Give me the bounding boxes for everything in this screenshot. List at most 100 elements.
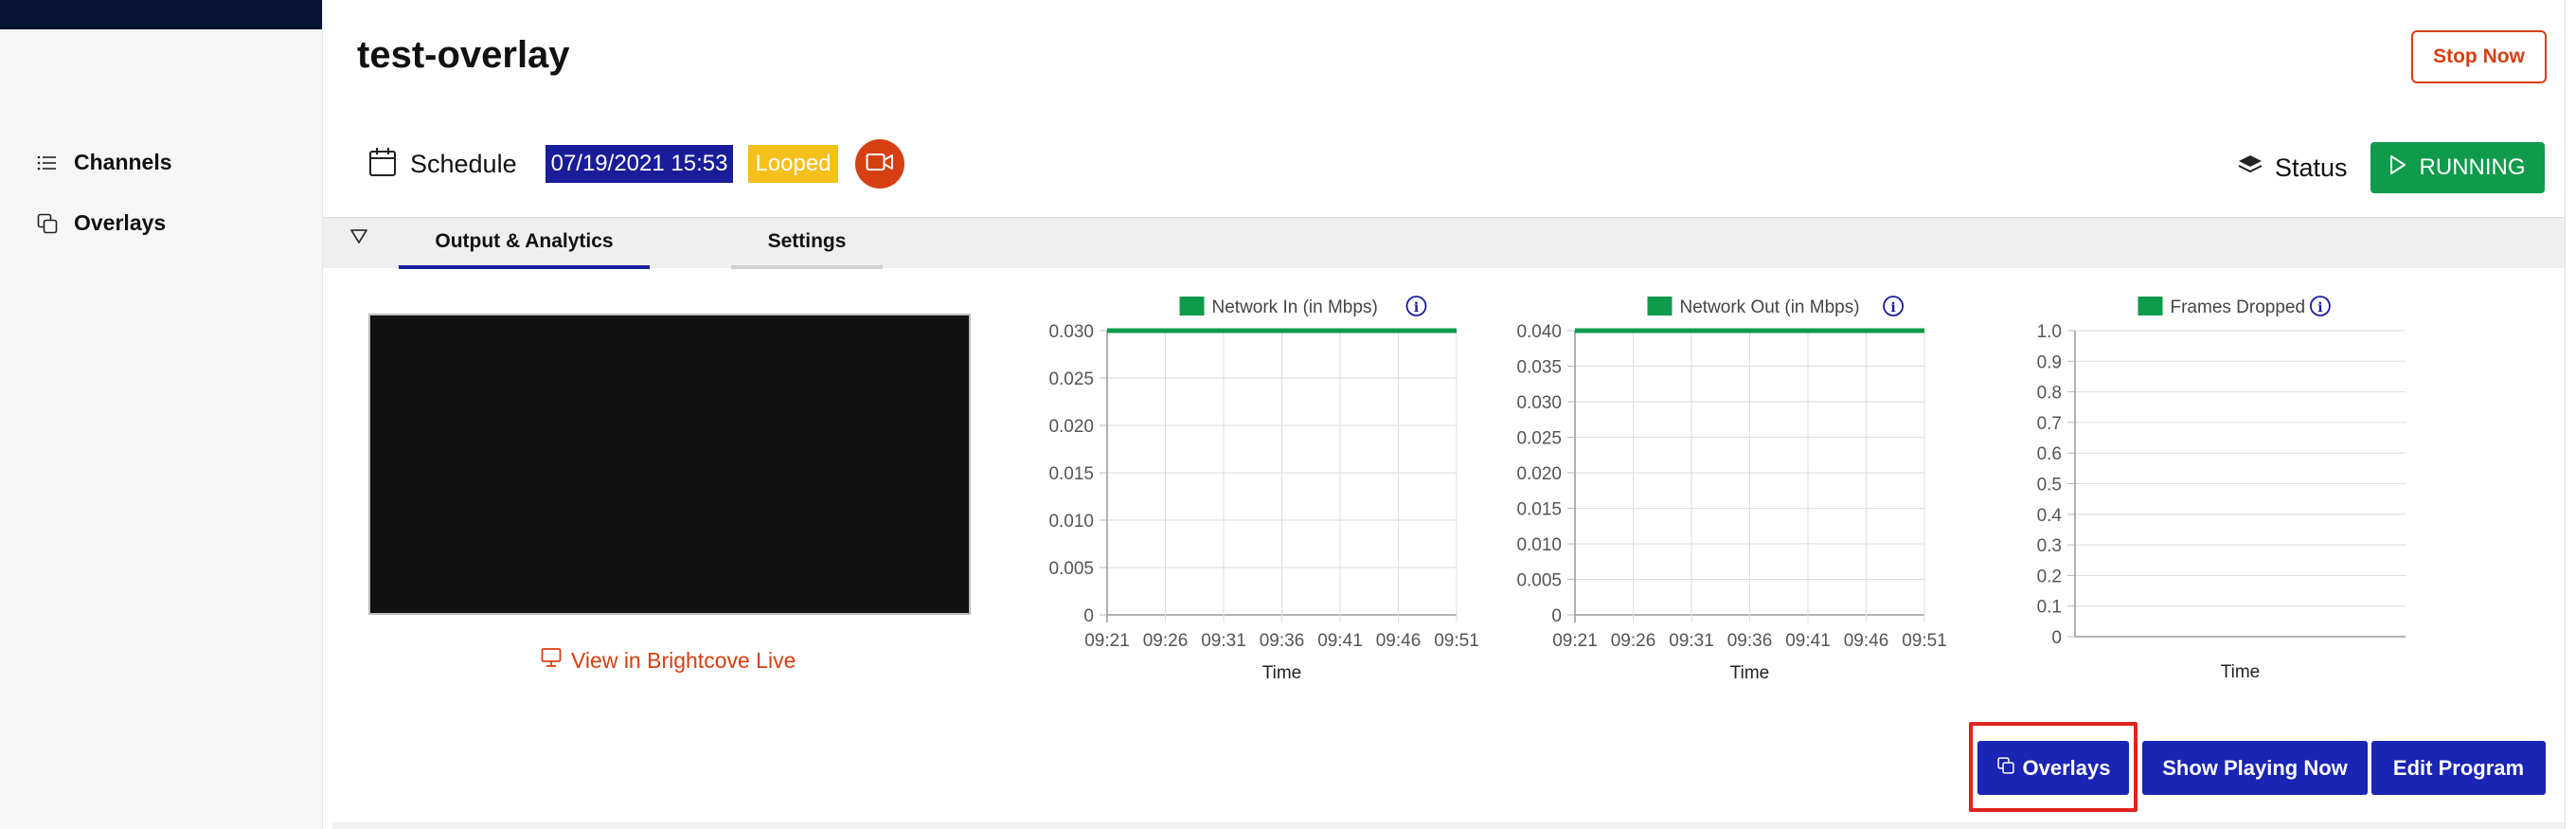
x-tick-label: 09:46 [1844,631,1889,651]
y-tick-label: 1.0 [2037,322,2062,342]
y-tick-label: 0.1 [2037,598,2062,618]
window-edge [2565,0,2576,829]
y-tick-label: 0.005 [1048,559,1094,579]
y-tick-label: 0 [2051,628,2062,648]
live-video-button[interactable] [854,139,904,189]
sidebar-item-channels[interactable]: Channels [36,150,172,175]
tab-output-analytics[interactable]: Output & Analytics [399,218,650,269]
y-tick-label: 0.5 [2037,476,2062,496]
chart-svg: Frames Dropped i 0 0.1 0.2 0.3 0.4 0.5 0.6 0.7 0.8… [2037,296,2406,682]
y-tick-label: 0.025 [1516,429,1562,449]
x-tick-label: 09:36 [1260,631,1305,651]
info-icon[interactable]: i [1883,296,1905,316]
video-preview [368,314,971,615]
sidebar: Channels Overlays [0,0,322,829]
schedule-label: Schedule [410,149,517,178]
chart-network-in: Network In (in Mbps) i 0 0.005 0.010 0.015 0.0… [995,284,1507,692]
y-tick-label: 0.8 [2037,384,2062,404]
schedule-row: Schedule 07/19/2021 15:53 Looped [368,139,904,189]
y-tick-label: 0.040 [1516,322,1562,342]
app-root: Channels Overlays test-overlay Stop Now [0,0,2576,829]
status-label: Status [2275,153,2348,182]
running-status-button[interactable]: RUNNING [2370,142,2545,193]
y-tick-label: 0.015 [1048,464,1094,484]
y-tick-label: 0.2 [2037,567,2062,586]
y-tick-label: 0.030 [1048,322,1094,342]
y-tick-label: 0.7 [2037,414,2062,434]
page-title: test-overlay [357,34,570,76]
looped-badge: Looped [748,145,838,183]
x-tick-label: 09:41 [1785,631,1831,651]
x-tick-label: 09:21 [1552,631,1598,651]
show-playing-now-button[interactable]: Show Playing Now [2142,741,2368,795]
legend-swatch [1179,297,1205,315]
running-label: RUNNING [2419,154,2526,180]
x-axis-label: Time [2221,662,2261,682]
video-camera-icon [866,152,894,177]
y-tick-label: 0.035 [1516,358,1562,378]
y-tick-label: 0.025 [1048,369,1094,389]
y-tick-label: 0.015 [1516,500,1562,520]
x-tick-label: 09:26 [1611,631,1656,651]
legend-label: Network In (in Mbps) [1212,297,1378,317]
legend-label: Frames Dropped [2171,297,2306,317]
sidebar-item-label: Channels [74,150,172,174]
view-in-brightcove-link[interactable]: View in Brightcove Live [541,647,796,674]
info-icon[interactable]: i [1405,296,1427,316]
overlays-button[interactable]: Overlays [1977,741,2129,795]
x-axis-label: Time [1262,663,1302,683]
calendar-icon [368,147,397,182]
y-tick-label: 0.005 [1516,571,1562,591]
copy-icon [36,212,59,235]
x-tick-label: 09:36 [1727,631,1773,651]
x-tick-label: 09:41 [1317,631,1363,651]
legend-label: Network Out (in Mbps) [1680,297,1860,317]
sidebar-item-overlays[interactable]: Overlays [36,210,166,236]
copy-icon [1996,756,2015,781]
x-tick-label: 09:46 [1376,631,1422,651]
triangle-down-icon[interactable] [349,227,368,249]
y-tick-label: 0.4 [2037,506,2063,526]
list-icon [36,152,59,174]
monitor-icon [541,647,562,674]
info-icon[interactable]: i [2309,296,2331,316]
play-icon [2389,154,2406,182]
x-tick-label: 09:21 [1084,631,1130,651]
svg-text:i: i [1890,300,1895,315]
y-tick-label: 0 [1083,606,1094,626]
chart-frames-dropped: Frames Dropped i 0 0.1 0.2 0.3 0.4 0.5 0.6 0.7 0.8… [1933,284,2444,692]
layers-icon [2237,153,2263,184]
y-tick-label: 0.3 [2037,536,2062,556]
chart-svg: Network In (in Mbps) i 0 0.005 0.010 0.015 0.0… [1048,296,1479,683]
tab-bar: Output & Analytics Settings [323,217,2566,269]
view-link-label: View in Brightcove Live [571,647,796,673]
x-axis-label: Time [1730,663,1770,683]
y-tick-label: 0.010 [1048,512,1094,532]
chart-svg: Network Out (in Mbps) i 0 0.005 0.010 0.015 0.… [1516,296,1947,683]
y-tick-label: 0.020 [1048,417,1094,437]
y-tick-label: 0.010 [1516,535,1562,555]
svg-text:i: i [2317,300,2322,315]
tab-settings[interactable]: Settings [731,218,883,269]
stop-now-button[interactable]: Stop Now [2411,30,2547,83]
sidebar-top-bar [0,0,322,29]
legend-swatch [2138,297,2163,315]
y-tick-label: 0 [1551,606,1562,626]
bottom-divider [332,822,2566,829]
schedule-date-badge: 07/19/2021 15:53 [545,145,734,183]
legend-swatch [1647,297,1673,315]
y-tick-label: 0.020 [1516,464,1562,484]
main-panel: test-overlay Stop Now Schedule 07/19/202… [322,0,2566,829]
x-tick-label: 09:26 [1143,631,1189,651]
sidebar-item-label: Overlays [74,210,167,235]
status-group: Status RUNNING [2237,142,2545,193]
edit-program-button[interactable]: Edit Program [2371,741,2546,795]
y-tick-label: 0.030 [1516,393,1562,413]
y-tick-label: 0.6 [2037,444,2062,464]
y-tick-label: 0.9 [2037,352,2062,372]
chart-network-out: Network Out (in Mbps) i 0 0.005 0.010 0.015 0.… [1463,284,1975,692]
x-tick-label: 09:31 [1669,631,1714,651]
x-tick-label: 09:31 [1201,631,1246,651]
overlays-button-label: Overlays [2022,755,2111,780]
svg-text:i: i [1414,300,1419,315]
